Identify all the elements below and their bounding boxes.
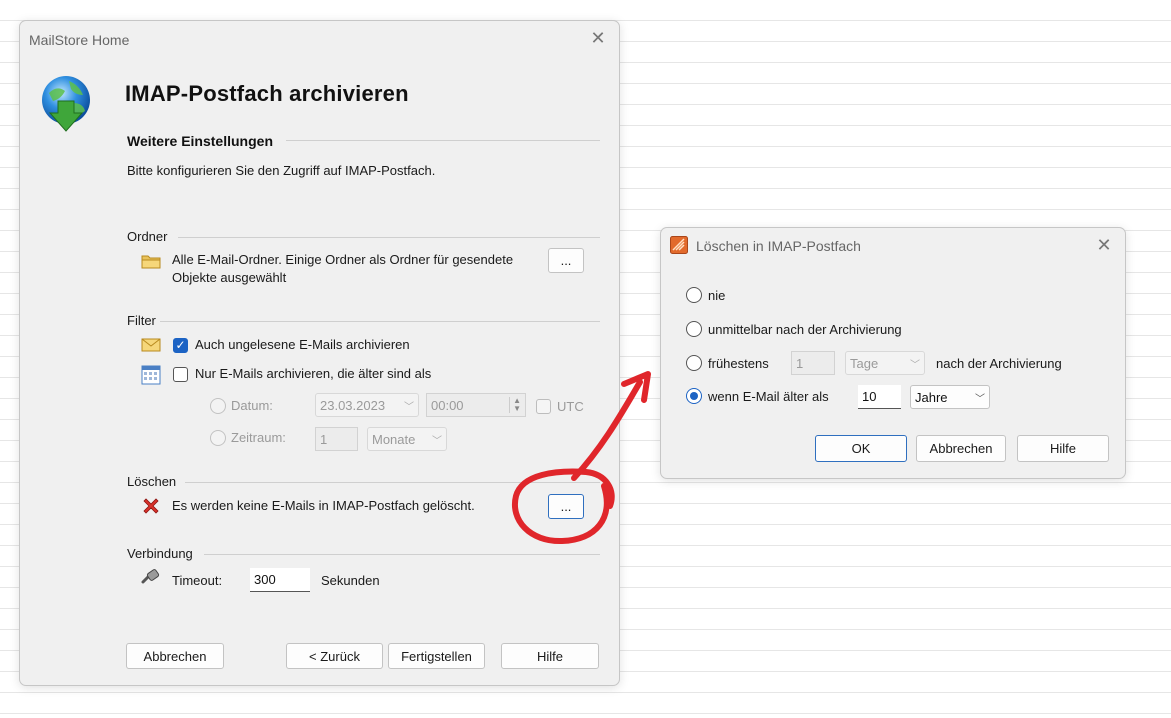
older-unit-value: Jahre — [915, 389, 948, 405]
dialog-title: Löschen in IMAP-Postfach — [696, 238, 861, 254]
divider — [160, 321, 600, 322]
period-unit-value: Monate — [372, 431, 416, 447]
description-text: Bitte konfigurieren Sie den Zugriff auf … — [127, 163, 436, 178]
close-icon[interactable]: ✕ — [1094, 235, 1114, 255]
seconds-label: Sekunden — [321, 573, 380, 588]
radio-older-than-label: wenn E-Mail älter als — [708, 389, 829, 404]
delete-settings-button[interactable]: ... — [548, 494, 584, 519]
cancel-button[interactable]: Abbrechen — [126, 643, 224, 669]
window-title: MailStore Home — [29, 32, 130, 48]
period-radio[interactable] — [210, 430, 226, 446]
earliest-unit-value: Tage — [850, 355, 879, 371]
radio-never-label: nie — [708, 288, 726, 303]
page-title: IMAP-Postfach archivieren — [125, 81, 409, 106]
radio-immediately-label: unmittelbar nach der Archivierung — [708, 322, 902, 337]
ok-button[interactable]: OK — [815, 435, 907, 462]
older-than-checkbox[interactable] — [173, 367, 188, 382]
folders-edit-button[interactable]: ... — [548, 248, 584, 273]
red-x-icon — [143, 498, 159, 514]
section-subtitle: Weitere Einstellungen — [127, 133, 273, 149]
divider — [178, 237, 600, 238]
older-unit-select[interactable]: Jahre ﹀ — [910, 385, 990, 409]
unread-checkbox[interactable]: ✓ — [173, 338, 188, 353]
globe-download-icon — [42, 76, 90, 132]
period-value-input[interactable]: 1 — [315, 427, 358, 451]
folders-text-line2: Objekte ausgewählt — [172, 270, 287, 285]
folders-section-label: Ordner — [127, 229, 168, 244]
radio-immediately[interactable] — [686, 321, 702, 337]
chevron-down-icon: ﹀ — [432, 435, 442, 447]
spinner-icon[interactable]: ▲ ▼ — [509, 397, 521, 413]
time-input[interactable]: 00:00 ▲ ▼ — [426, 393, 526, 417]
date-label: Datum: — [231, 398, 273, 413]
cable-plug-icon — [141, 569, 160, 584]
delete-settings-dialog: Löschen in IMAP-Postfach ✕ nie unmittelb… — [660, 227, 1126, 479]
divider — [185, 482, 600, 483]
delete-status-text: Es werden keine E-Mails in IMAP-Postfach… — [172, 498, 475, 513]
timeout-label: Timeout: — [172, 573, 223, 588]
period-label: Zeitraum: — [231, 430, 286, 445]
mailstore-app-icon — [670, 236, 688, 254]
radio-older-than[interactable] — [686, 388, 702, 404]
connection-section-label: Verbindung — [127, 546, 193, 561]
earliest-value-input[interactable]: 1 — [791, 351, 835, 375]
date-value: 23.03.2023 — [320, 397, 386, 413]
divider — [286, 140, 600, 141]
folder-icon — [141, 255, 161, 269]
period-unit-select[interactable]: Monate ﹀ — [367, 427, 447, 451]
chevron-down-icon: ﹀ — [910, 359, 920, 371]
utc-checkbox[interactable] — [536, 399, 551, 414]
folders-text-line1: Alle E-Mail-Ordner. Einige Ordner als Or… — [172, 252, 514, 267]
earliest-suffix-label: nach der Archivierung — [936, 356, 1062, 371]
finish-button[interactable]: Fertigstellen — [388, 643, 485, 669]
back-button[interactable]: < Zurück — [286, 643, 383, 669]
filter-section-label: Filter — [127, 313, 156, 328]
calendar-icon — [141, 365, 161, 385]
time-value: 00:00 — [431, 397, 464, 413]
timeout-input[interactable] — [250, 568, 310, 592]
radio-earliest-label: frühestens — [708, 356, 769, 371]
help-button[interactable]: Hilfe — [501, 643, 599, 669]
annotation-arrow-head — [621, 371, 651, 403]
dialog-help-button[interactable]: Hilfe — [1017, 435, 1109, 462]
radio-earliest[interactable] — [686, 355, 702, 371]
archive-imap-dialog: MailStore Home ✕ IMAP-Postfach archivier… — [19, 20, 620, 686]
divider — [204, 554, 600, 555]
date-picker[interactable]: 23.03.2023 ﹀ — [315, 393, 419, 417]
utc-label: UTC — [557, 399, 584, 414]
radio-never[interactable] — [686, 287, 702, 303]
older-value-input[interactable] — [858, 385, 901, 409]
earliest-unit-select[interactable]: Tage ﹀ — [845, 351, 925, 375]
close-icon[interactable]: ✕ — [588, 28, 608, 48]
envelope-icon — [141, 338, 161, 352]
dialog-cancel-button[interactable]: Abbrechen — [916, 435, 1006, 462]
date-radio[interactable] — [210, 398, 226, 414]
delete-section-label: Löschen — [127, 474, 177, 489]
older-than-label: Nur E-Mails archivieren, die älter sind … — [195, 366, 432, 381]
unread-label: Auch ungelesene E-Mails archivieren — [195, 337, 410, 352]
chevron-down-icon: ﹀ — [404, 401, 414, 413]
chevron-down-icon: ﹀ — [975, 393, 985, 405]
